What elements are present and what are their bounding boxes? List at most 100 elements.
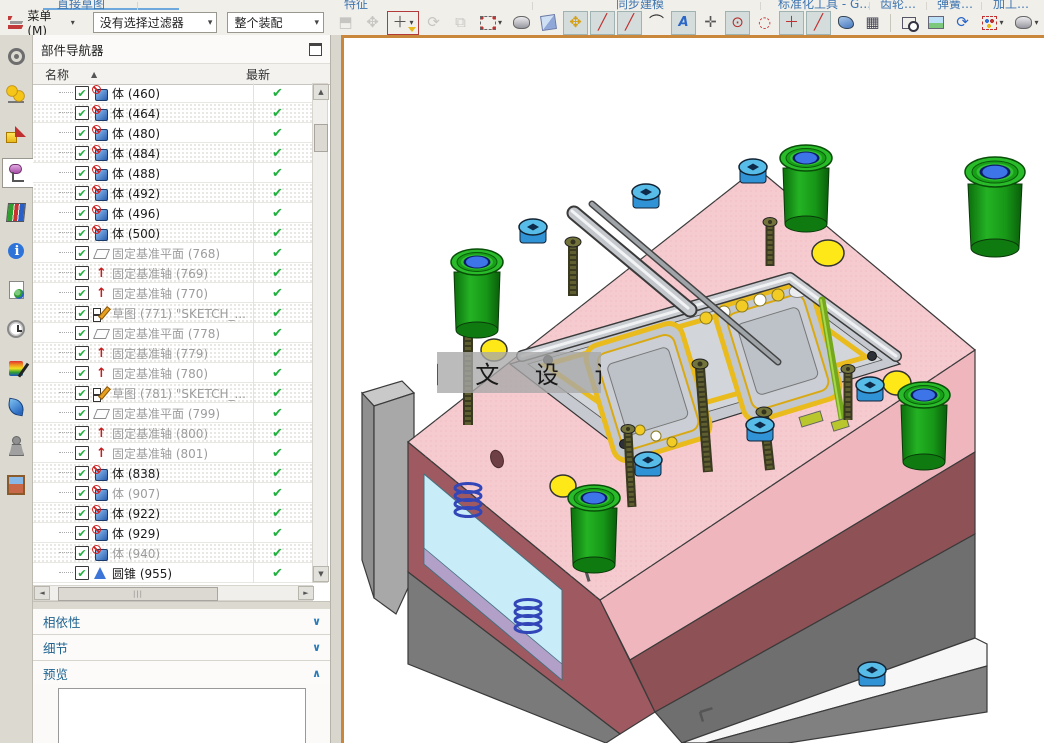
- visibility-checkbox[interactable]: ✔: [75, 226, 89, 240]
- refresh-icon[interactable]: ⟳: [950, 11, 975, 35]
- add-component-icon[interactable]: ＋▾: [387, 11, 419, 35]
- tree-row[interactable]: ✔固定基准轴 (779)✔: [33, 343, 313, 363]
- view-cube-icon[interactable]: [536, 11, 561, 35]
- resource-bar-button-process-studio[interactable]: [1, 353, 31, 383]
- point-plus-icon[interactable]: ＋: [779, 11, 804, 35]
- visibility-checkbox[interactable]: ✔: [75, 86, 89, 100]
- tree-row[interactable]: ✔体 (838)✔: [33, 463, 313, 483]
- resource-bar-button-history[interactable]: [1, 314, 31, 344]
- axis-cross-icon[interactable]: ✛: [698, 11, 723, 35]
- assembly-scope-combo[interactable]: 整个装配 ▾: [227, 12, 324, 33]
- tree-row[interactable]: ✔体 (484)✔: [33, 143, 313, 163]
- tree-row[interactable]: ✔草图 (771) "SKETCH_...✔: [33, 303, 313, 323]
- tree-row[interactable]: ✔草图 (781) "SKETCH_...✔: [33, 383, 313, 403]
- dynamic-move-icon[interactable]: ✥: [563, 11, 588, 35]
- render-style-icon[interactable]: ▾: [1011, 11, 1043, 35]
- vertical-scroll-thumb[interactable]: [314, 124, 328, 152]
- visibility-checkbox[interactable]: ✔: [75, 266, 89, 280]
- scroll-left-button[interactable]: ◄: [34, 586, 50, 600]
- visibility-checkbox[interactable]: ✔: [75, 406, 89, 420]
- visibility-checkbox[interactable]: ✔: [75, 526, 89, 540]
- visibility-checkbox[interactable]: ✔: [75, 146, 89, 160]
- visibility-checkbox[interactable]: ✔: [75, 506, 89, 520]
- tree-row[interactable]: ✔体 (496)✔: [33, 203, 313, 223]
- visibility-checkbox[interactable]: ✔: [75, 246, 89, 260]
- mirror-assembly-icon[interactable]: ⧉: [448, 11, 473, 35]
- circled-dot-icon[interactable]: ⊙: [725, 11, 750, 35]
- cam-solid-icon[interactable]: [509, 11, 534, 35]
- zoom-window-icon[interactable]: [896, 11, 921, 35]
- visibility-checkbox[interactable]: ✔: [75, 206, 89, 220]
- visibility-checkbox[interactable]: ✔: [75, 466, 89, 480]
- section-header-1[interactable]: 细节∨: [33, 635, 331, 661]
- grid-table-icon[interactable]: ▦: [860, 11, 885, 35]
- tree-row[interactable]: ✔固定基准轴 (770)✔: [33, 283, 313, 303]
- tree-row[interactable]: ✔体 (929)✔: [33, 523, 313, 543]
- tree-row[interactable]: ✔固定基准平面 (778)✔: [33, 323, 313, 343]
- tree-row[interactable]: ✔固定基准轴 (800)✔: [33, 423, 313, 443]
- face-blend-icon[interactable]: [833, 11, 858, 35]
- tree-row[interactable]: ✔固定基准平面 (799)✔: [33, 403, 313, 423]
- tree-row[interactable]: ✔圆锥 (955)✔: [33, 563, 313, 583]
- visibility-checkbox[interactable]: ✔: [75, 566, 89, 580]
- visibility-checkbox[interactable]: ✔: [75, 346, 89, 360]
- visibility-checkbox[interactable]: ✔: [75, 166, 89, 180]
- tree-row[interactable]: ✔固定基准平面 (768)✔: [33, 243, 313, 263]
- window-float-icon[interactable]: [309, 43, 322, 56]
- resource-bar-button-window[interactable]: [1, 470, 31, 500]
- tree-row[interactable]: ✔体 (480)✔: [33, 123, 313, 143]
- tree-row[interactable]: ✔体 (500)✔: [33, 223, 313, 243]
- tree-row[interactable]: ✔体 (492)✔: [33, 183, 313, 203]
- ribbon-tab-5[interactable]: 弹簧…: [937, 0, 973, 10]
- visibility-checkbox[interactable]: ✔: [75, 366, 89, 380]
- snapshot-icon[interactable]: [923, 11, 948, 35]
- horizontal-scroll-thumb[interactable]: |||: [58, 587, 218, 601]
- tree-row[interactable]: ✔体 (488)✔: [33, 163, 313, 183]
- tree-row[interactable]: ✔体 (922)✔: [33, 503, 313, 523]
- visibility-checkbox[interactable]: ✔: [75, 286, 89, 300]
- tree-row[interactable]: ✔固定基准轴 (769)✔: [33, 263, 313, 283]
- visibility-checkbox[interactable]: ✔: [75, 186, 89, 200]
- resource-bar-button-assembly-navigator[interactable]: [1, 119, 31, 149]
- resource-bar-button-hd3d-tools[interactable]: [1, 236, 31, 266]
- resource-bar-button-gear[interactable]: [1, 41, 31, 71]
- visibility-checkbox[interactable]: ✔: [75, 426, 89, 440]
- tree-row[interactable]: ✔体 (907)✔: [33, 483, 313, 503]
- ribbon-tab-4[interactable]: 齿轮…: [880, 0, 916, 10]
- visibility-checkbox[interactable]: ✔: [75, 446, 89, 460]
- graphics-viewport[interactable]: 图 文 设 计: [341, 35, 1044, 743]
- select-rect-icon[interactable]: ▾: [475, 11, 507, 35]
- tree-row[interactable]: ✔体 (464)✔: [33, 103, 313, 123]
- scroll-down-button[interactable]: ▼: [313, 566, 329, 582]
- move-component-icon[interactable]: ✥: [360, 11, 385, 35]
- line2-icon[interactable]: ╱: [617, 11, 642, 35]
- ribbon-tab-1[interactable]: 特征: [344, 0, 368, 10]
- scroll-right-button[interactable]: ►: [298, 586, 314, 600]
- selection-filter-combo[interactable]: 没有选择过滤器 ▾: [93, 12, 218, 33]
- resource-bar-button-system-scenes[interactable]: [1, 431, 31, 461]
- ribbon-tab-2[interactable]: 同步建模: [616, 0, 664, 10]
- visibility-checkbox[interactable]: ✔: [75, 126, 89, 140]
- art-spline-icon[interactable]: A: [671, 11, 696, 35]
- resource-bar-button-constraint-navigator[interactable]: [1, 80, 31, 110]
- resource-bar-button-roles[interactable]: [1, 392, 31, 422]
- ribbon-tab-6[interactable]: 加工…: [993, 0, 1029, 10]
- perf-window-icon[interactable]: ▾: [977, 11, 1009, 35]
- visibility-checkbox[interactable]: ✔: [75, 546, 89, 560]
- line-icon[interactable]: ╱: [590, 11, 615, 35]
- tree-row[interactable]: ✔体 (940)✔: [33, 543, 313, 563]
- visibility-checkbox[interactable]: ✔: [75, 106, 89, 120]
- resource-bar-button-part-navigator[interactable]: [2, 158, 34, 188]
- visibility-checkbox[interactable]: ✔: [75, 326, 89, 340]
- resource-bar-button-web-browser[interactable]: [1, 275, 31, 305]
- visibility-checkbox[interactable]: ✔: [75, 306, 89, 320]
- rotate-component-icon[interactable]: ⟳: [421, 11, 446, 35]
- ribbon-tab-3[interactable]: 标准化工具 - G…: [778, 0, 871, 10]
- tree-row[interactable]: ✔固定基准轴 (801)✔: [33, 443, 313, 463]
- section-header-0[interactable]: 相依性∨: [33, 609, 331, 635]
- resource-panel-sash[interactable]: [331, 35, 341, 743]
- scroll-up-button[interactable]: ▲: [313, 84, 329, 100]
- tree-row[interactable]: ✔固定基准轴 (780)✔: [33, 363, 313, 383]
- horizontal-scrollbar[interactable]: ◄ ||| ►: [33, 585, 313, 601]
- line3-icon[interactable]: ╱: [806, 11, 831, 35]
